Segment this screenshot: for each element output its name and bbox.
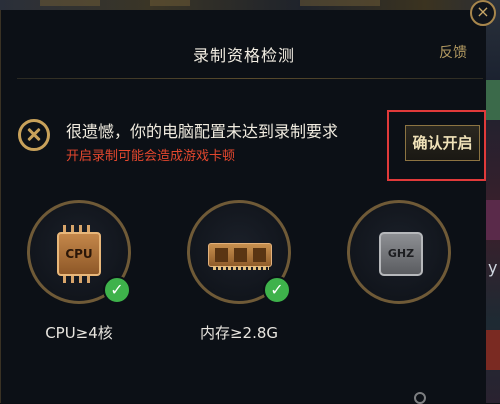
status-message: 很遗憾，你的电脑配置未达到录制要求	[66, 122, 339, 141]
background-right-sliver	[486, 0, 500, 403]
close-icon[interactable]: ×	[470, 0, 496, 26]
confirm-enable-button[interactable]: 确认开启	[405, 125, 480, 161]
memory-check-label: 内存≥2.8G	[199, 324, 279, 342]
confirm-highlight-box: 确认开启	[387, 110, 486, 181]
cpu-check-label: CPU≥4核	[45, 324, 113, 342]
dialog-title: 录制资格检测	[192, 46, 295, 65]
cpu-chip-icon: CPU	[57, 232, 101, 276]
ghz-chip-icon: GHZ	[379, 232, 423, 276]
cpu-pass-check-icon: ✓	[103, 276, 131, 304]
warning-message: 开启录制可能会造成游戏卡顿	[66, 149, 236, 164]
memory-stick-icon	[208, 243, 272, 270]
recording-eligibility-dialog: 录制资格检测 反馈 很遗憾，你的电脑配置未达到录制要求 开启录制可能会造成游戏卡…	[0, 10, 486, 404]
feedback-link[interactable]: 反馈	[439, 42, 467, 62]
background-text: y	[488, 258, 498, 277]
loading-spinner-icon	[414, 392, 426, 404]
memory-pass-check-icon: ✓	[263, 276, 291, 304]
background-top-strip	[0, 0, 500, 10]
title-divider	[17, 78, 483, 79]
ghz-check-circle: GHZ	[347, 200, 451, 304]
fail-x-icon	[18, 119, 50, 151]
